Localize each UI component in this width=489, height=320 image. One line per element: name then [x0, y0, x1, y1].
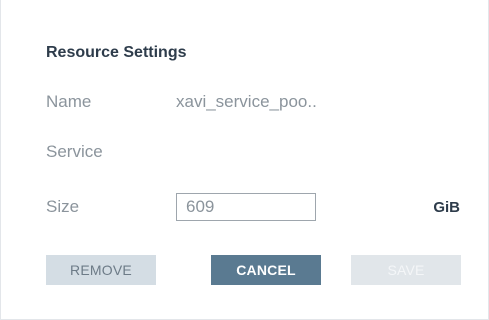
name-value: xavi_service_poo.. [176, 92, 317, 111]
remove-button[interactable]: REMOVE [46, 255, 156, 285]
cancel-button[interactable]: CANCEL [211, 255, 321, 285]
size-unit: GiB [433, 199, 460, 216]
size-label: Size [46, 197, 80, 216]
dialog-title: Resource Settings [46, 44, 187, 61]
name-label: Name [46, 92, 92, 111]
size-input[interactable] [176, 193, 316, 221]
service-label: Service [46, 142, 103, 161]
resource-settings-dialog: Resource Settings Name xavi_service_poo.… [0, 0, 489, 320]
save-button[interactable]: SAVE [351, 255, 461, 285]
